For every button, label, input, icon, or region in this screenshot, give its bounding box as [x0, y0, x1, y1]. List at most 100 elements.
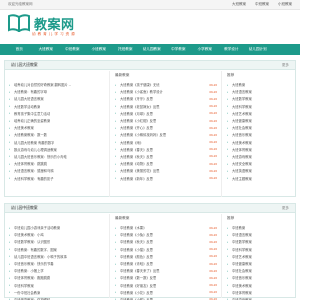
list-item-title[interactable]: 大班语言教案：狐狸和乌鸦 — [14, 168, 54, 173]
list-item-title[interactable]: 幼儿园大班音乐教案：快乐的小青蛙 — [14, 154, 67, 159]
list-item[interactable]: • 大班科学教案：有趣的影子 — [9, 174, 105, 181]
list-item[interactable]: • 大班安全教案 — [227, 160, 293, 167]
list-item[interactable]: • 中班科学教案 — [227, 246, 293, 253]
list-item[interactable]: • 中班语言教案 — [227, 231, 293, 238]
list-item[interactable]: • 中班教案《水果》 09-26 — [115, 224, 217, 231]
list-item-title[interactable]: 大班教案《月球》反思 — [120, 111, 153, 116]
list-item-title[interactable]: 中班科学教案 — [232, 247, 252, 252]
nav-item-zhongbang[interactable]: 中班教案 — [59, 47, 86, 52]
list-item-title[interactable]: 中班艺术教案 — [232, 254, 252, 259]
list-item[interactable]: • 大班教案 — [227, 81, 293, 88]
list-item-title[interactable]: 大班语言教案 — [232, 89, 252, 94]
list-item[interactable]: • 中班幼儿园小游戏亲子活动教案 — [9, 224, 105, 231]
nav-item-tuoban[interactable]: 托班教案 — [112, 47, 139, 52]
list-item-title[interactable]: 大班教案 — [232, 82, 245, 87]
list-item-title[interactable]: 大班教案《小红帽》反思 — [120, 118, 156, 123]
list-item[interactable]: • 幼儿园大班语言教案 — [9, 95, 105, 102]
list-item-title[interactable]: 大班教案：有趣的字母 — [14, 89, 47, 94]
list-item-title[interactable]: 中班教案《秋天》反思 — [120, 239, 153, 244]
list-item-title[interactable]: 大班科学教案：有趣的影子 — [14, 176, 54, 181]
more-link[interactable]: 更多 — [282, 63, 289, 68]
list-item-title[interactable]: 中班教案《青蛙》反思 — [120, 261, 153, 266]
list-item[interactable]: • 中班数学教案：认识图形 — [9, 238, 105, 245]
list-item-title[interactable]: 中班教案《数一数》反思 — [120, 275, 156, 280]
list-item[interactable]: • 大班体育教案：跳跳跳 — [9, 160, 105, 167]
list-item-title[interactable]: 一份中班社会教案 — [14, 290, 40, 295]
list-item-title[interactable]: 中班教案《小兔》反思 — [120, 232, 153, 237]
list-item[interactable]: • 大班教案教案：数一数 — [9, 131, 105, 138]
list-item[interactable]: • 大班教案《雨》 09-26 — [115, 139, 217, 146]
list-item[interactable]: • 大班音乐教案 — [227, 131, 293, 138]
list-item-title[interactable]: 大班美术教案 — [14, 125, 34, 130]
list-item-title[interactable]: 大班数学活动教案 — [14, 104, 40, 109]
list-item-title[interactable]: 幼儿园大班语言教案 — [14, 96, 44, 101]
list-item-title[interactable]: 大班艺术教案 — [232, 111, 252, 116]
nav-item-dabang[interactable]: 大班教案 — [33, 47, 60, 52]
list-item-title[interactable]: 大班教案《老鼠嫁女》反思 — [120, 104, 160, 109]
list-item[interactable]: • 大班英语教案 — [227, 167, 293, 174]
list-item[interactable]: • 大班教案《小蝌蚪找妈妈》反思 09-26 — [115, 131, 217, 138]
list-item[interactable]: • 中班健康教案 — [227, 260, 293, 267]
list-item[interactable]: • 大班社会教案 — [227, 124, 293, 131]
top-link-zhongbang[interactable]: 中班教案 — [255, 2, 269, 7]
list-item-title[interactable]: 大班美术教案 — [232, 140, 252, 145]
list-item-title[interactable]: 大班英语教案 — [232, 168, 252, 173]
list-item[interactable]: • 大班教案《秋天》反思 09-26 — [115, 153, 217, 160]
list-item[interactable]: • 中班教案《小兔》反思 09-26 — [115, 231, 217, 238]
list-item[interactable]: • 中班教案 — [227, 224, 293, 231]
list-item[interactable]: • 大班科学教案 — [227, 103, 293, 110]
list-item-title[interactable]: 大班社会教案 — [232, 125, 252, 130]
list-item-title[interactable]: 中班社会教案 — [232, 268, 252, 273]
list-item-title[interactable]: 大班数学教案 — [232, 96, 252, 101]
list-item[interactable]: • 中班教案《颜色》反思 09-26 — [115, 253, 217, 260]
list-item[interactable]: • 中班美术教案：小鸡 — [9, 231, 105, 238]
list-item-title[interactable]: 中班教案：小猪上学 — [14, 268, 44, 273]
nav-item-primary[interactable]: 小学教案 — [192, 47, 219, 52]
list-item[interactable]: • 大班教案《牙牙》反思 09-26 — [115, 95, 217, 102]
list-item-title[interactable]: 中班教案《水果》 — [120, 225, 146, 230]
list-item[interactable]: • 大班教案：有趣的字母 — [9, 88, 105, 95]
list-item-title[interactable]: 中班教案《小猫》反思 — [120, 247, 153, 252]
list-item-title[interactable]: 大班教案教案：数一数 — [14, 132, 47, 137]
list-item-title[interactable]: 大班教案《雨》 — [120, 140, 143, 145]
list-item[interactable]: • 数点游戏与幼儿心理调适教案 — [9, 146, 105, 153]
list-item[interactable]: • 中班教案《春天来了》反思 09-26 — [115, 267, 217, 274]
list-item-title[interactable]: 幼儿园大班教案 有趣的数字 — [14, 140, 54, 145]
list-item-title[interactable]: 大班体育教案：跳跳跳 — [14, 161, 47, 166]
list-item-title[interactable]: 大班教案《动物》反思 — [120, 161, 153, 166]
nav-item-plan[interactable]: 幼儿园计划 — [245, 47, 272, 52]
list-item[interactable]: • 大班教案《老鼠嫁女》反思 09-26 — [115, 103, 217, 110]
list-item-title[interactable]: 大班教案《牙牙》反思 — [120, 96, 153, 101]
list-item[interactable]: • 中班教案：有趣的数字、图案 — [9, 246, 105, 253]
list-item[interactable]: • 大班教案《新年》反思 09-26 — [115, 174, 217, 181]
list-item-title[interactable]: 中班健康教案 — [232, 261, 252, 266]
list-item[interactable]: • 中班体育教案：跑跑跳跳 — [9, 274, 105, 281]
list-item-title[interactable]: 大班音乐教案 — [232, 132, 252, 137]
more-link[interactable]: 更多 — [282, 206, 289, 211]
list-item-title[interactable]: 中班音乐教案：快乐的节奏 — [14, 261, 54, 266]
list-item[interactable]: • 中班教案《好朋友》反思 09-26 — [115, 282, 217, 289]
list-item-title[interactable]: 幼儿园中班语言教案：小鸭子的故事 — [14, 254, 67, 259]
list-item[interactable]: • 中班音乐教案：快乐的节奏 — [9, 260, 105, 267]
list-item[interactable]: • 中班教案《小花》反思 09-26 — [115, 289, 217, 296]
list-item-title[interactable]: 大班健康教案 — [232, 118, 252, 123]
list-item-title[interactable]: 教育孩子集中注意力活动 — [14, 111, 50, 116]
list-item-title[interactable]: 大班教案《小蝌蚪找妈妈》反思 — [120, 132, 166, 137]
list-item[interactable]: • 大班健康教案 — [227, 117, 293, 124]
list-item-title[interactable]: 大班主题教案 — [232, 176, 252, 181]
list-item[interactable]: • 大班游戏教案 — [227, 153, 293, 160]
list-item[interactable]: • 教育孩子集中注意力活动 — [9, 110, 105, 117]
list-item-title[interactable]: 中班教案《好朋友》反思 — [120, 283, 156, 288]
list-item-title[interactable]: 大班教案《孩子健康》无忧 — [120, 82, 160, 87]
list-item[interactable]: • 中班数学教案 — [227, 238, 293, 245]
list-item-title[interactable]: 中班语言教案 — [232, 232, 252, 237]
list-item-title[interactable]: 培养幼儿对自然的好奇教案 翻转图片 ... — [14, 82, 71, 87]
nav-item-kindergarten[interactable]: 幼儿园教案 — [139, 47, 166, 52]
list-item[interactable]: • 大班美术教案 — [227, 139, 293, 146]
list-item-title[interactable]: 大班体育教案 — [232, 147, 252, 152]
list-item-title[interactable]: 大班教案《开心》反思 — [120, 125, 153, 130]
list-item[interactable]: • 大班教案《开心》反思 09-26 — [115, 124, 217, 131]
list-item-title[interactable]: 大班游戏教案 — [232, 154, 252, 159]
list-item[interactable]: • 大班教案《美丽的花》反思 09-26 — [115, 167, 217, 174]
list-item-title[interactable]: 大班教案《美丽的花》反思 — [120, 168, 160, 173]
